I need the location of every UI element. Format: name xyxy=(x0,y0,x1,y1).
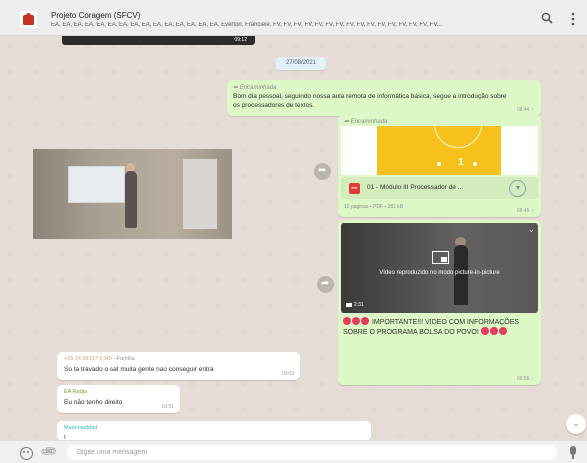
group-name[interactable]: Projeto Coragem (SFCV) xyxy=(51,11,140,20)
message-meta: 08:45 ✓ xyxy=(517,208,535,214)
scroll-down-button[interactable]: ⌄ xyxy=(566,414,586,434)
check-icon: ✓ xyxy=(530,107,535,113)
date-separator: 27/08/2021 xyxy=(276,57,326,70)
preview-dot xyxy=(437,162,441,166)
incoming-message[interactable]: EA Radja Eu não tenho direito 10:51 xyxy=(57,385,180,413)
sender-phone[interactable]: +55 14 98137-5740 xyxy=(64,356,112,362)
check-icon: ✓ xyxy=(530,208,535,214)
message-time: 09:12 xyxy=(234,37,247,43)
video-thumbnail[interactable]: Vídeo reproduzido no modo picture-in-pic… xyxy=(341,223,538,313)
video-background xyxy=(341,223,538,313)
incoming-message[interactable]: Mara Haddad I xyxy=(57,421,371,440)
sender-name: ~Família xyxy=(113,356,135,362)
message-input[interactable] xyxy=(67,445,557,460)
chevron-down-icon[interactable]: ⌄ xyxy=(528,225,535,234)
sender-name[interactable]: EA Radja xyxy=(64,389,87,395)
message-time: 10:51 xyxy=(161,404,174,410)
sender-name[interactable]: Mara Haddad xyxy=(64,425,97,431)
forwarded-text: Encaminhada xyxy=(239,85,277,91)
message-time: 10:03 xyxy=(281,371,294,377)
emoji-icon xyxy=(498,327,507,335)
emoji-icon xyxy=(489,327,498,335)
preview-digit: 1 xyxy=(458,157,464,168)
photo-projection-screen xyxy=(68,166,125,203)
forward-icon[interactable] xyxy=(317,276,334,293)
message-text: I xyxy=(64,434,66,440)
document-name: 01 - Módulo III Processador de ... xyxy=(367,184,464,191)
microphone-icon[interactable] xyxy=(570,446,576,459)
sender-info: +55 14 98137-5740 ~Família xyxy=(64,356,135,362)
emoji-icon xyxy=(361,317,369,325)
message-text: So ta travado o sat muita gente nao cons… xyxy=(64,366,214,373)
outgoing-message[interactable]: ➦ Encaminhada Bom dia pessoal, seguindo … xyxy=(227,80,541,116)
check-icon: ✓ xyxy=(530,376,535,382)
duration-text: 2:31 xyxy=(354,302,364,308)
incoming-message[interactable]: +55 14 98137-5740 ~Família So ta travado… xyxy=(57,352,300,380)
video-duration: 2:31 xyxy=(346,302,364,308)
emoji-icon xyxy=(352,317,360,325)
photo-board xyxy=(183,159,217,229)
preview-dot xyxy=(473,162,477,166)
chat-header[interactable]: Projeto Coragem (SFCV) EA, EA, EA, EA, E… xyxy=(0,0,587,36)
message-time: 08:45 xyxy=(516,208,530,214)
image-message[interactable] xyxy=(33,149,232,239)
message-text: IMPORTANTE!!! VIDEO COM INFORMAÇÕES SOBR… xyxy=(343,317,537,337)
photo-person xyxy=(125,171,137,228)
document-meta: 12 páginas • PDF • 282 kB xyxy=(344,204,404,210)
message-text: Bom dia pessoal, seguindo nossa aula rem… xyxy=(233,93,507,109)
document-preview[interactable]: 1 xyxy=(341,126,538,175)
group-participants: EA, EA, EA, EA, EA, EA, EA, EA, EA, EA, … xyxy=(51,22,442,28)
attach-icon[interactable]: 📎︎ xyxy=(39,442,58,461)
previous-video-message[interactable]: 09:12 xyxy=(62,36,255,45)
message-meta: 08:44 ✓ xyxy=(517,107,535,113)
document-file-row[interactable]: PDF 01 - Módulo III Processador de ... xyxy=(341,177,538,199)
forwarded-label: ➦ Encaminhada xyxy=(344,119,388,125)
group-avatar[interactable] xyxy=(20,11,37,28)
message-meta: 09:58 ✓ xyxy=(517,376,535,382)
message-time: 08:44 xyxy=(516,107,530,113)
forwarded-text: Encaminhada xyxy=(350,119,388,125)
preview-page: 1 xyxy=(377,126,501,175)
picture-in-picture-icon xyxy=(432,251,449,264)
forwarded-label: ➦ Encaminhada xyxy=(233,85,277,91)
video-message[interactable]: Vídeo reproduzido no modo picture-in-pic… xyxy=(338,220,541,385)
document-message[interactable]: ➦ Encaminhada 1 PDF 01 - Módulo III Proc… xyxy=(338,115,541,217)
message-time: 09:58 xyxy=(516,376,530,382)
pip-overlay-text: Vídeo reproduzido no modo picture-in-pic… xyxy=(379,270,500,276)
emoji-icon xyxy=(343,317,351,325)
search-icon[interactable] xyxy=(541,12,553,24)
forward-icon[interactable] xyxy=(314,163,331,180)
message-text: Eu não tenho direito xyxy=(64,399,123,406)
emoji-icon xyxy=(480,327,489,335)
emoji-icon[interactable] xyxy=(20,447,33,460)
message-composer[interactable]: 📎︎ xyxy=(0,440,587,463)
pdf-icon: PDF xyxy=(349,183,360,194)
download-icon[interactable] xyxy=(509,180,526,197)
kebab-menu-icon[interactable] xyxy=(569,12,577,26)
message-list[interactable]: 09:12 27/08/2021 ➦ Encaminhada Bom dia p… xyxy=(0,36,587,440)
preview-curve xyxy=(434,126,482,148)
video-camera-icon xyxy=(346,302,352,307)
